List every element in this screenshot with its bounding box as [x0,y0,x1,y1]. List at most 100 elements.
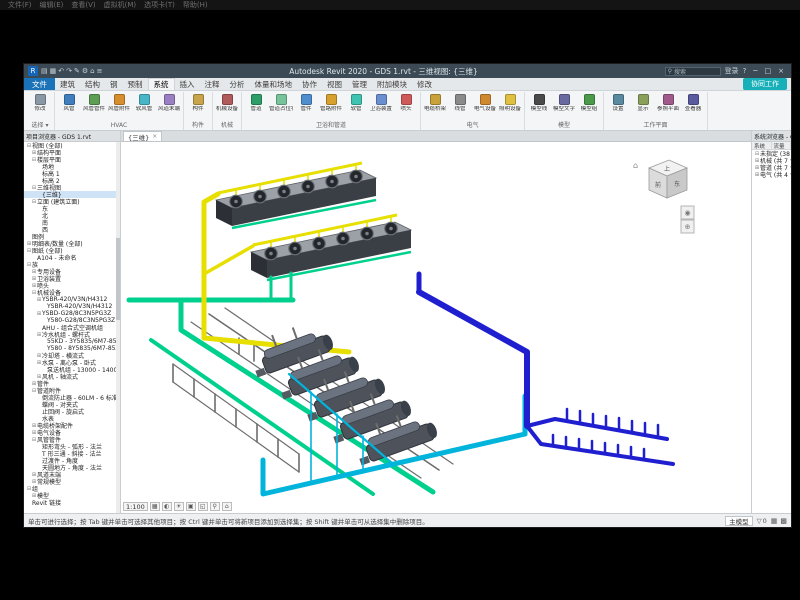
qat-tool-icon[interactable]: ▦ [50,67,57,75]
tree-item[interactable]: 矩形弯头 - 弧形 - 法兰 [24,443,120,450]
ribbon-panel-caption[interactable]: 工作平面 [606,119,705,130]
tree-item[interactable]: 止回阀 - 旋启式 [24,408,120,415]
ribbon-button[interactable]: 风管 [57,93,81,112]
ribbon-button[interactable]: 卫浴装置 [369,93,393,112]
ribbon-tab[interactable]: 体量和场地 [250,78,298,90]
view-control-icon[interactable]: ☀ [174,502,184,511]
tree-item[interactable]: ⊞ YSBR-420/V3N/H4312 [24,296,120,303]
ribbon-tab[interactable]: 分析 [225,78,250,90]
qat-tool-icon[interactable]: ⚙ [82,67,88,75]
ribbon-button[interactable]: 照明设备 [498,93,522,112]
drawing-view[interactable]: ⌂ 上 前 东 ◉ ⊕ 1 [121,142,751,513]
ribbon-tab[interactable]: 钢 [105,78,123,90]
column-header[interactable]: 系统 [752,142,772,149]
tree-item[interactable]: 标高 1 [24,170,120,177]
tree-item[interactable]: ⊟ 风管管件 [24,436,120,443]
ribbon-button[interactable]: 模型线 [527,93,551,112]
ribbon-tab[interactable]: 附加模块 [372,78,412,90]
tree-item[interactable]: 南 [24,219,120,226]
window-control-button[interactable]: □ [762,67,775,75]
tree-item[interactable]: ⊞ 专用设备 [24,268,120,275]
model-3d-view[interactable]: ⌂ 上 前 东 ◉ ⊕ [121,142,751,513]
window-control-button[interactable]: ─ [750,67,760,75]
tree-item[interactable]: 图例 [24,233,120,240]
tree-item[interactable]: Y580 - 8Y5835/6M7-85Z [24,345,120,352]
ribbon-button[interactable]: 软风管 [132,93,156,112]
viewcube-front-label[interactable]: 前 [655,181,661,189]
tree-item[interactable]: 北 [24,212,120,219]
scale-button[interactable]: 1:100 [123,502,148,511]
file-tab[interactable]: 文件 [24,78,55,90]
tree-item[interactable]: {三维} [24,191,120,198]
desktop-menu-item[interactable]: 帮助(H) [183,0,208,10]
ribbon-button[interactable]: 线管 [448,93,472,112]
tree-item[interactable]: ⊞ 冷却塔 - 横流式 [24,352,120,359]
tree-item[interactable]: ⊟ 楼层平面 [24,156,120,163]
column-header[interactable]: 流量 [772,142,792,149]
ribbon-panel-caption[interactable]: 模型 [527,119,601,130]
pipes-chilled-blue[interactable] [419,274,673,464]
ribbon-tab[interactable]: 修改 [412,78,437,90]
ribbon-button[interactable]: 管道占位符 [269,93,293,112]
tree-item[interactable]: ⊞ 模型 [24,492,120,499]
ribbon-button[interactable]: 风道末端 [157,93,181,112]
view-tab-3d[interactable]: {三维} × [123,131,162,141]
search-box[interactable]: ⚲ 搜索 [665,67,721,76]
viewcube-right-label[interactable]: 东 [674,180,680,188]
ribbon-button[interactable]: 机械设备 [215,93,239,112]
viewcube[interactable]: ⌂ 上 前 东 [633,160,687,198]
tree-item[interactable]: 标高 2 [24,177,120,184]
tree-item[interactable]: ⊞ 喷头 [24,282,120,289]
qat-tool-icon[interactable]: ⌂ [90,67,94,75]
tree-item[interactable]: 东 [24,205,120,212]
ribbon-tab[interactable]: 建筑 [55,78,80,90]
tree-item[interactable]: ⊟ 机械设备 [24,289,120,296]
tree-item[interactable]: ⊟ 管道附件 [24,387,120,394]
tree-item[interactable]: ⊞ 水泵 - 离心泵 - 卧式 [24,359,120,366]
desktop-menu-item[interactable]: 查看(V) [71,0,95,10]
view-control-icon[interactable]: ◐ [162,502,172,511]
ribbon-tab[interactable]: 注释 [200,78,225,90]
qat-tool-icon[interactable]: ↷ [66,67,72,75]
ribbon-tab[interactable]: 协作 [297,78,322,90]
tree-item[interactable]: ⊞ 冷水机组 - 螺杆式 [24,331,120,338]
tree-item[interactable]: ⊟ 视图 (全部) [24,142,120,149]
tree-item[interactable]: 蝶阀 - 对夹式 [24,401,120,408]
qat-tool-icon[interactable]: ≡ [97,67,103,75]
tree-item[interactable]: ⊞ 风道末端 [24,471,120,478]
tree-item[interactable]: 55KD - 3Y5835/6M7-85Z [24,338,120,345]
system-tree-item[interactable]: ⊞ 机械 (共 7 个系统) [752,157,791,164]
ribbon-tab[interactable]: 视图 [322,78,347,90]
ribbon-tab[interactable]: 结构 [80,78,105,90]
desktop-menu-item[interactable]: 编辑(E) [40,0,64,10]
ribbon-button[interactable]: 显示 [631,93,655,112]
tree-item[interactable]: ⊟ 族 [24,261,120,268]
ribbon-button[interactable]: 喷头 [394,93,418,112]
help-icon[interactable]: ? [743,67,747,75]
system-browser-title[interactable]: 系统浏览器 - GDS 1.rvt [752,131,791,142]
steering-wheel-icon[interactable]: ◉ [684,209,690,217]
tree-item[interactable]: Y580-G28/8C3N5PG3Z 1 [24,317,120,324]
tree-item[interactable]: ⊞ YSBD-G28/8C3N5PG3Z [24,310,120,317]
signin-button[interactable]: 登录 [725,66,739,76]
ribbon-tab[interactable]: 插入 [175,78,200,90]
project-browser-scrollbar[interactable] [116,142,120,513]
tree-item[interactable]: ⊟ 三维视图 [24,184,120,191]
workset-selector[interactable]: 主模型 [725,516,753,526]
viewcube-home-icon[interactable]: ⌂ [633,161,638,170]
qat-tool-icon[interactable]: ↶ [58,67,64,75]
cooling-tower-bank-2[interactable] [251,215,411,280]
project-browser-title[interactable]: 项目浏览器 - GDS 1.rvt [24,131,120,142]
tree-item[interactable]: A104 - 未命名 [24,254,120,261]
ribbon-panel-caption[interactable]: HVAC [57,121,181,130]
ribbon-tab[interactable]: 预制 [123,78,148,90]
ribbon-panel-caption[interactable]: 机械 [215,119,239,130]
view-control-icon[interactable]: ▣ [186,502,196,511]
tree-item[interactable]: YSBR-420/V3N/H4312 [24,303,120,310]
revit-logo-icon[interactable]: R [28,66,38,76]
ribbon-panel-caption[interactable]: 卫浴和管道 [244,119,418,130]
desktop-menu-item[interactable]: 文件(F) [8,0,32,10]
tree-item[interactable]: ⊟ 立面 (建筑立面) [24,198,120,205]
ribbon-panel-caption[interactable]: 电气 [423,119,522,130]
view-control-icon[interactable]: ⚲ [210,502,220,511]
